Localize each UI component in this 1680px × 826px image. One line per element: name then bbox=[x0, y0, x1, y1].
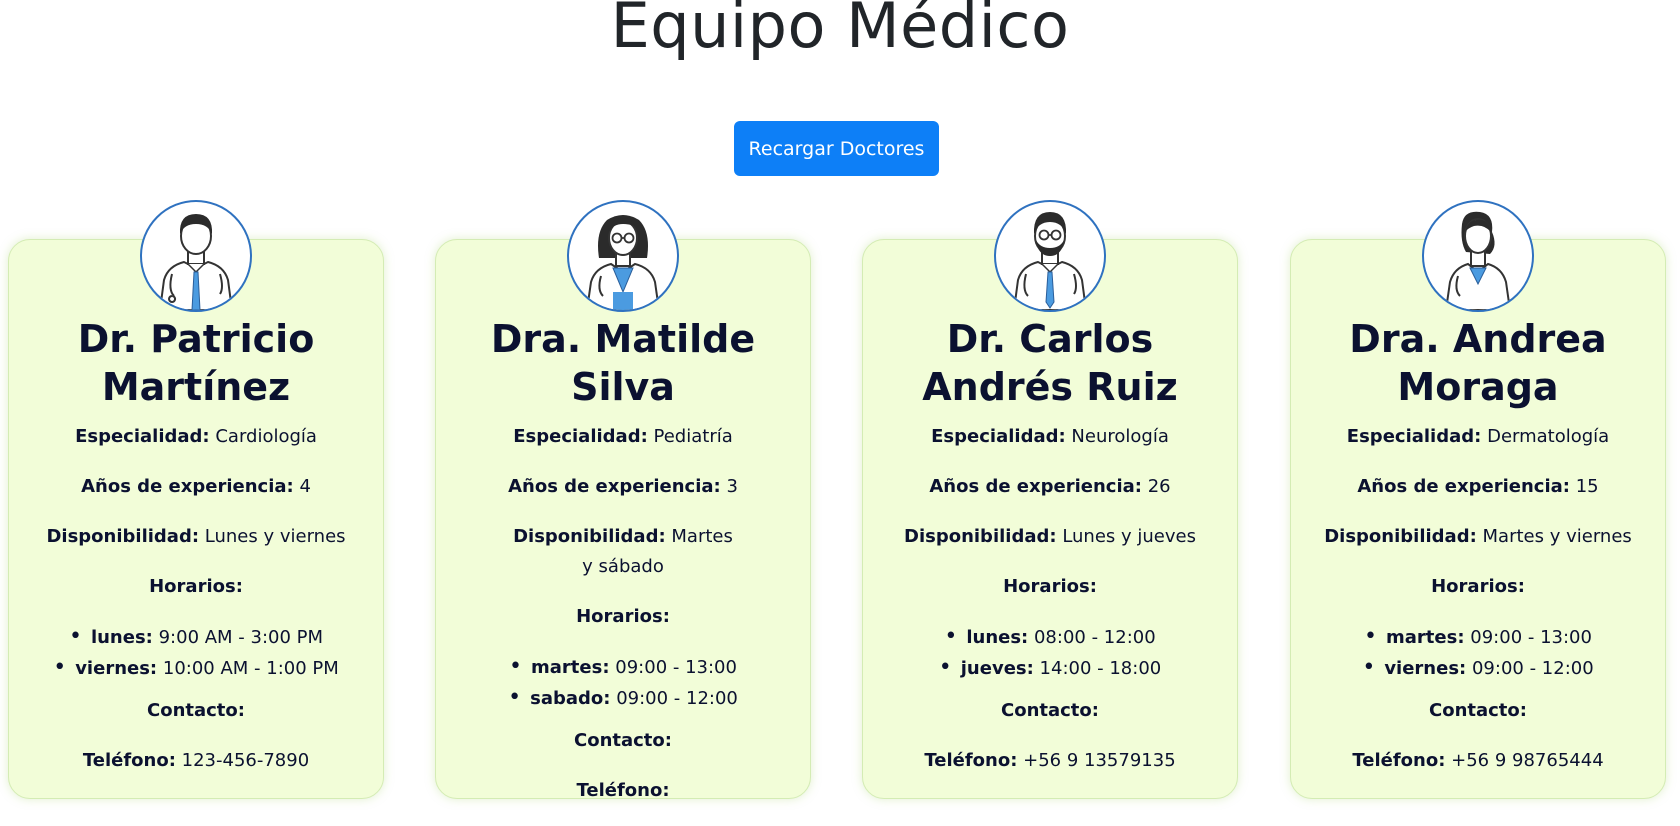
availability-value: Lunes y jueves bbox=[1062, 526, 1196, 547]
doctor-card: Dr. Patricio Martínez Especialidad: Card… bbox=[8, 200, 384, 799]
list-item: jueves: 14:00 - 18:00 bbox=[893, 653, 1207, 684]
doctor-name: Dr. Carlos Andrés Ruiz bbox=[922, 317, 1178, 409]
list-item: viernes: 09:00 - 12:00 bbox=[1321, 653, 1635, 684]
list-item: martes: 09:00 - 13:00 bbox=[1321, 622, 1635, 653]
specialty-row: Especialidad: Cardiología bbox=[75, 426, 317, 447]
contact-heading: Contacto: bbox=[574, 730, 672, 751]
experience-value: 26 bbox=[1147, 476, 1171, 497]
list-item: sabado: 09:00 - 12:00 bbox=[466, 683, 780, 714]
phone-value: 123-456-7890 bbox=[181, 750, 310, 771]
doctor-female-glasses-icon bbox=[567, 200, 679, 312]
list-item: lunes: 9:00 AM - 3:00 PM bbox=[39, 622, 353, 653]
experience-row: Años de experiencia: 4 bbox=[81, 476, 311, 497]
specialty-row: Especialidad: Neurología bbox=[931, 426, 1169, 447]
doctor-card: Dra. Andrea Moraga Especialidad: Dermato… bbox=[1290, 200, 1666, 799]
list-item: viernes: 10:00 AM - 1:00 PM bbox=[39, 653, 353, 684]
doctor-male-beard-icon bbox=[994, 200, 1106, 312]
reload-doctors-button[interactable]: Recargar Doctores bbox=[734, 121, 939, 176]
phone-row: Teléfono: bbox=[576, 780, 670, 801]
specialty-value: Dermatología bbox=[1487, 426, 1610, 447]
schedule-list: martes: 09:00 - 13:00 viernes: 09:00 - 1… bbox=[1321, 622, 1635, 684]
schedule-heading: Horarios: bbox=[149, 576, 243, 597]
schedule-list: lunes: 08:00 - 12:00 jueves: 14:00 - 18:… bbox=[893, 622, 1207, 684]
contact-heading: Contacto: bbox=[147, 700, 245, 721]
list-item: martes: 09:00 - 13:00 bbox=[466, 652, 780, 683]
schedule-heading: Horarios: bbox=[1431, 576, 1525, 597]
phone-row: Teléfono: +56 9 13579135 bbox=[924, 750, 1176, 771]
experience-row: Años de experiencia: 15 bbox=[1357, 476, 1599, 497]
doctor-female-icon bbox=[1422, 200, 1534, 312]
phone-value: +56 9 98765444 bbox=[1451, 750, 1604, 771]
availability-row: Disponibilidad: Martes y viernes bbox=[1324, 526, 1632, 547]
availability-row: Disponibilidad: Lunes y jueves bbox=[904, 526, 1196, 547]
availability-row: Disponibilidad: Martes y sábado bbox=[513, 526, 733, 577]
list-item: lunes: 08:00 - 12:00 bbox=[893, 622, 1207, 653]
specialty-value: Cardiología bbox=[215, 426, 317, 447]
availability-value: Martes y viernes bbox=[1482, 526, 1632, 547]
doctor-name: Dra. Matilde Silva bbox=[490, 317, 756, 409]
contact-heading: Contacto: bbox=[1429, 700, 1527, 721]
phone-row: Teléfono: +56 9 98765444 bbox=[1352, 750, 1604, 771]
doctor-name: Dr. Patricio Martínez bbox=[77, 317, 315, 409]
schedule-list: martes: 09:00 - 13:00 sabado: 09:00 - 12… bbox=[466, 652, 780, 714]
availability-value: Lunes y viernes bbox=[204, 526, 346, 547]
doctor-card: Dra. Matilde Silva Especialidad: Pediatr… bbox=[435, 200, 811, 801]
phone-row: Teléfono: 123-456-7890 bbox=[82, 750, 310, 771]
doctor-name: Dra. Andrea Moraga bbox=[1349, 317, 1607, 409]
experience-value: 15 bbox=[1575, 476, 1599, 497]
schedule-list: lunes: 9:00 AM - 3:00 PM viernes: 10:00 … bbox=[39, 622, 353, 684]
schedule-heading: Horarios: bbox=[576, 606, 670, 627]
specialty-value: Neurología bbox=[1071, 426, 1169, 447]
experience-row: Años de experiencia: 3 bbox=[508, 476, 738, 497]
phone-value: +56 9 13579135 bbox=[1023, 750, 1176, 771]
doctor-card: Dr. Carlos Andrés Ruiz Especialidad: Neu… bbox=[862, 200, 1238, 799]
specialty-value: Pediatría bbox=[653, 426, 733, 447]
page-title: Equipo Médico bbox=[610, 0, 1070, 62]
availability-row: Disponibilidad: Lunes y viernes bbox=[46, 526, 346, 547]
specialty-row: Especialidad: Pediatría bbox=[513, 426, 733, 447]
contact-heading: Contacto: bbox=[1001, 700, 1099, 721]
specialty-row: Especialidad: Dermatología bbox=[1346, 426, 1610, 447]
experience-value: 4 bbox=[299, 476, 311, 497]
experience-row: Años de experiencia: 26 bbox=[929, 476, 1171, 497]
experience-value: 3 bbox=[726, 476, 738, 497]
schedule-heading: Horarios: bbox=[1003, 576, 1097, 597]
doctor-male-icon bbox=[140, 200, 252, 312]
